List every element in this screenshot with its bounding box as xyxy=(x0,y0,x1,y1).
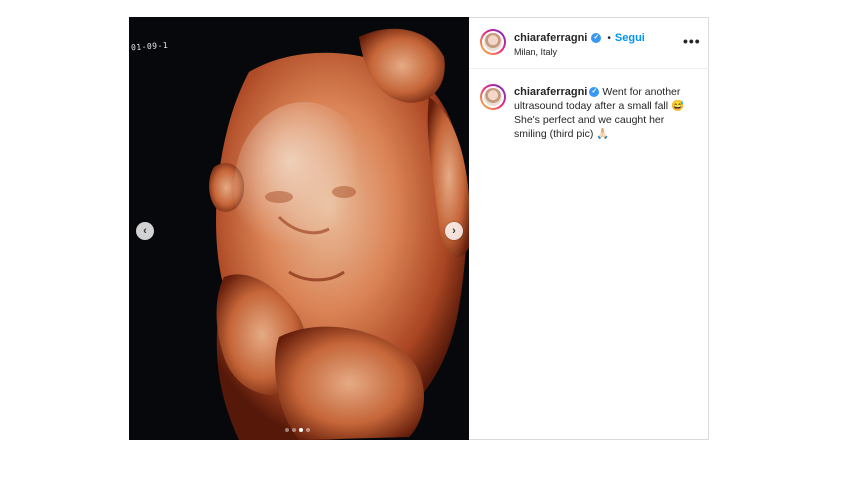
follow-button[interactable]: Segui xyxy=(615,32,645,44)
caption-username-link[interactable]: chiaraferragni xyxy=(514,86,587,98)
carousel-prev-button[interactable]: ‹ xyxy=(136,222,154,240)
caption-text-block: chiaraferragni ✓ Went for another ultrasou… xyxy=(514,85,699,141)
carousel-indicator xyxy=(285,428,310,432)
chevron-right-icon: › xyxy=(452,225,456,237)
carousel-next-button[interactable]: › xyxy=(445,222,463,240)
carousel-dot-active xyxy=(299,428,303,432)
ellipsis-icon: ••• xyxy=(683,33,701,49)
post-media[interactable]: 01-09-1 ‹ › xyxy=(129,17,469,440)
carousel-dot xyxy=(285,428,289,432)
post-header: chiaraferragni ✓ • Segui Milan, Italy ••… xyxy=(469,17,709,69)
chevron-left-icon: ‹ xyxy=(143,225,147,237)
separator-dot: • xyxy=(607,32,611,44)
avatar[interactable] xyxy=(480,84,506,110)
ultrasound-image xyxy=(129,17,469,440)
carousel-dot xyxy=(292,428,296,432)
more-options-button[interactable]: ••• xyxy=(683,33,701,49)
carousel-dot xyxy=(306,428,310,432)
location-link[interactable]: Milan, Italy xyxy=(514,47,557,57)
username-link[interactable]: chiaraferragni xyxy=(514,32,587,44)
avatar[interactable] xyxy=(480,29,506,55)
verified-badge-icon: ✓ xyxy=(589,87,600,98)
verified-badge-icon: ✓ xyxy=(591,33,602,43)
